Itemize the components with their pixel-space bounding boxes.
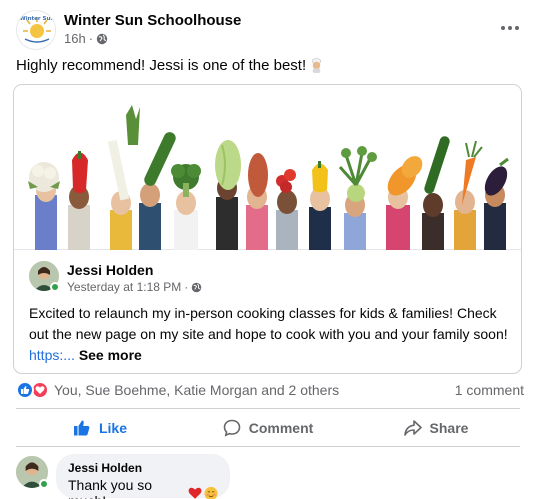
page-avatar[interactable]: Winter Sun xyxy=(16,10,56,50)
see-more-button[interactable]: See more xyxy=(79,347,142,363)
blush-emoji xyxy=(204,486,218,499)
shared-author-name[interactable]: Jessi Holden xyxy=(67,262,153,278)
divider xyxy=(16,446,520,447)
like-button[interactable]: Like xyxy=(16,411,184,445)
comment-bubble: Jessi Holden Thank you so much! xyxy=(56,454,230,499)
share-button[interactable]: Share xyxy=(352,411,520,445)
comment-label: Comment xyxy=(248,420,314,436)
post-header: Winter Sun Winter Sun Schoolhouse 16h · xyxy=(16,10,524,50)
vegetables-hands-illustration xyxy=(28,105,509,250)
see-more-line: https:... See more xyxy=(29,345,142,366)
page-name[interactable]: Winter Sun Schoolhouse xyxy=(64,12,241,29)
comment-text: Thank you so much! xyxy=(68,477,153,499)
reactions-summary: You, Sue Boehme, Katie Morgan and 2 othe… xyxy=(16,381,524,401)
post-time[interactable]: 16h xyxy=(64,31,86,46)
comment-count[interactable]: 1 comment xyxy=(455,382,524,398)
comment-icon xyxy=(223,419,241,437)
comment-button[interactable]: Comment xyxy=(184,411,352,445)
shared-post-text: Excited to relaunch my in-person cooking… xyxy=(29,305,508,342)
globe-icon xyxy=(192,282,202,292)
post-meta: 16h · xyxy=(64,31,108,46)
cook-emoji xyxy=(312,58,322,73)
divider xyxy=(16,408,520,409)
author-avatar[interactable] xyxy=(29,261,60,292)
thumbs-up-icon xyxy=(73,420,90,436)
winter-sun-logo: Winter Sun xyxy=(18,12,55,49)
share-icon xyxy=(403,420,422,436)
online-status-dot xyxy=(39,479,49,489)
comment: Jessi Holden Thank you so much! xyxy=(16,454,524,499)
meta-separator: · xyxy=(88,31,94,46)
shared-post-time[interactable]: Yesterday at 1:18 PM xyxy=(67,280,181,294)
meta-separator: · xyxy=(184,280,189,294)
globe-icon xyxy=(96,33,108,44)
shared-post-body: Jessi Holden Yesterday at 1:18 PM · Exci… xyxy=(14,251,521,373)
like-reaction-icon xyxy=(16,381,34,399)
comment-text-container: Thank you so much! xyxy=(68,477,218,499)
online-status-dot xyxy=(50,282,60,292)
post-actions: Like Comment Share xyxy=(16,411,520,445)
shared-post-image[interactable] xyxy=(14,85,521,250)
post-text: Highly recommend! Jessi is one of the be… xyxy=(16,57,307,74)
heart-emoji xyxy=(188,487,202,499)
more-horizontal-icon xyxy=(501,26,505,30)
shared-post-meta: Yesterday at 1:18 PM · xyxy=(67,280,202,294)
commenter-avatar[interactable] xyxy=(16,456,49,489)
shared-post-card[interactable]: Jessi Holden Yesterday at 1:18 PM · Exci… xyxy=(13,84,522,374)
like-label: Like xyxy=(98,420,127,436)
reaction-icons[interactable] xyxy=(16,381,49,399)
comment-author[interactable]: Jessi Holden xyxy=(68,461,218,475)
post-text-container: Highly recommend! Jessi is one of the be… xyxy=(16,57,324,74)
shared-link[interactable]: https:... xyxy=(29,347,75,363)
share-label: Share xyxy=(429,420,469,436)
logo-text: Winter Sun xyxy=(20,16,55,22)
more-options-button[interactable] xyxy=(494,14,526,42)
reaction-names[interactable]: You, Sue Boehme, Katie Morgan and 2 othe… xyxy=(54,382,339,398)
